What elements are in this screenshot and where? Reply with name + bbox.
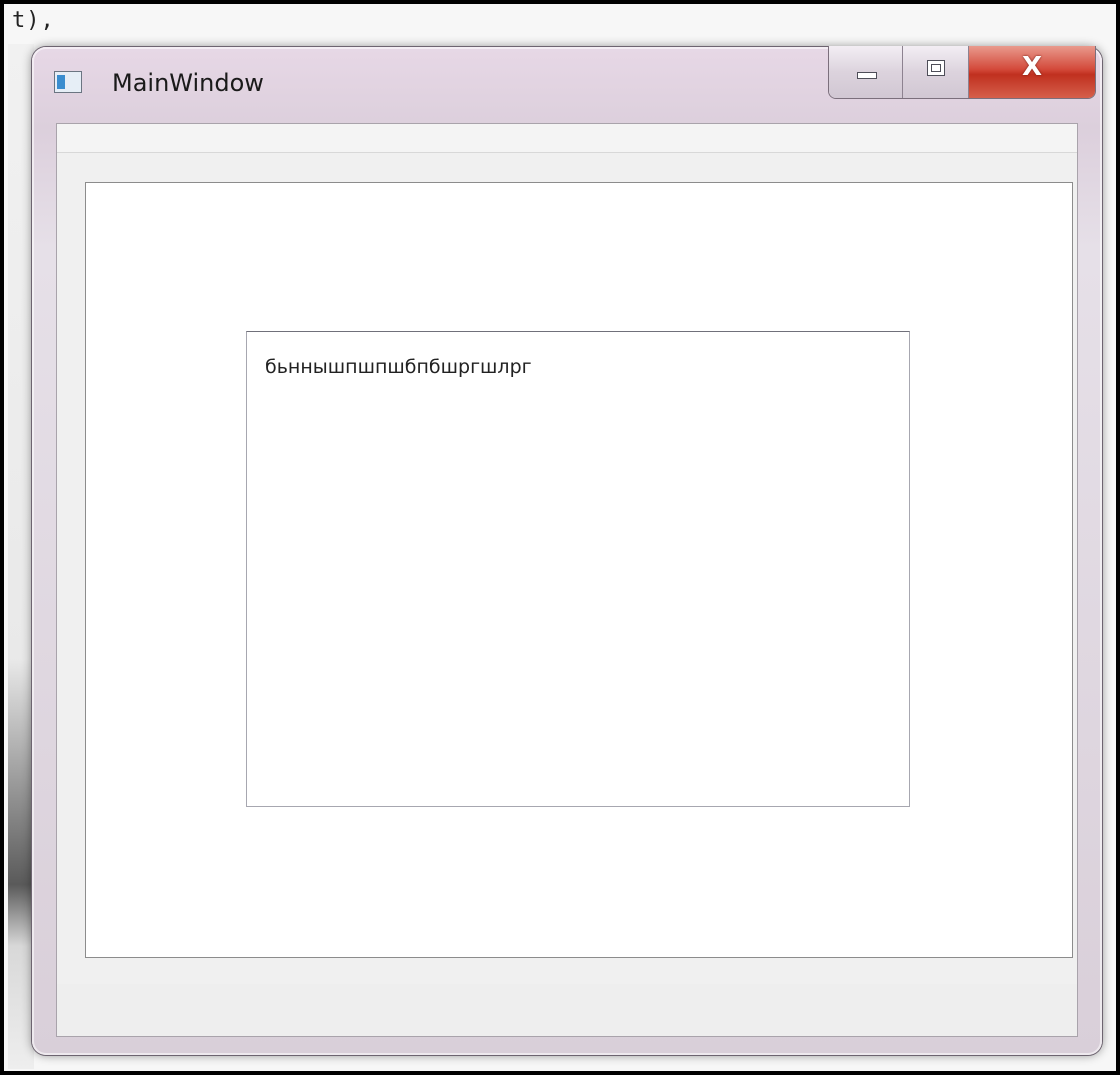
- menu-bar[interactable]: [57, 124, 1077, 153]
- minimize-icon: [857, 72, 877, 79]
- caption-buttons: X: [828, 46, 1096, 99]
- maximize-button[interactable]: [903, 46, 969, 98]
- window-title: MainWindow: [112, 69, 264, 97]
- close-button[interactable]: X: [969, 46, 1095, 98]
- app-window-icon: [54, 71, 82, 93]
- status-bar: [57, 984, 1077, 1036]
- close-icon: X: [1021, 52, 1043, 82]
- client-area: бьннышпшпшбпбшргшлрг: [56, 123, 1078, 1037]
- text-edit[interactable]: бьннышпшпшбпбшргшлрг: [246, 331, 910, 807]
- text-edit-content: бьннышпшпшбпбшргшлрг: [265, 356, 532, 378]
- central-widget: бьннышпшпшбпбшргшлрг: [85, 182, 1073, 958]
- maximize-icon: [927, 60, 945, 76]
- minimize-button[interactable]: [829, 46, 903, 98]
- background-code-fragment: t),: [12, 8, 55, 33]
- background-editor-gutter: [8, 44, 34, 1069]
- screenshot-frame: t), MainWindow X бьннышпшпшбпбшргшлрг: [0, 0, 1120, 1075]
- main-window: MainWindow X бьннышпшпшбпбшргшлрг: [32, 46, 1102, 1055]
- title-bar[interactable]: MainWindow X: [32, 46, 1102, 119]
